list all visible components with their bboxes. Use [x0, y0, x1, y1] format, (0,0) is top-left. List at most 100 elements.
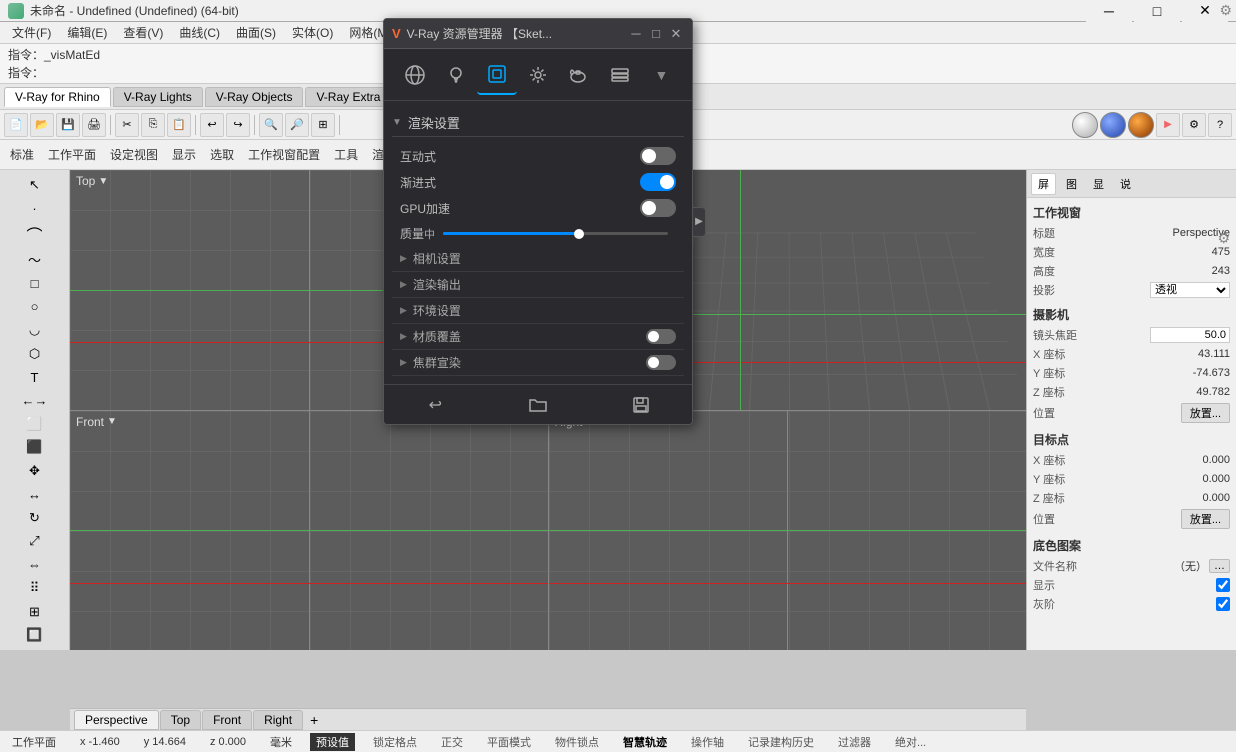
zoom-in-btn[interactable]: 🔍: [259, 113, 283, 137]
rpanel-focal-input[interactable]: [1150, 327, 1230, 343]
zoom-all-btn[interactable]: ⊞: [311, 113, 335, 137]
tool-surface[interactable]: ⬜: [21, 413, 49, 434]
status-history[interactable]: 记录建构历史: [742, 734, 820, 750]
vray-tb-light-btn[interactable]: [436, 55, 476, 95]
redo-btn[interactable]: ↪: [226, 113, 250, 137]
vray-mat-toggle[interactable]: [646, 329, 676, 344]
vray-tb-settings-btn[interactable]: [518, 55, 558, 95]
render-sphere-btn[interactable]: [1072, 112, 1098, 138]
vray-camera-settings[interactable]: ▶ 相机设置: [392, 246, 684, 272]
status-smart-track[interactable]: 智慧轨迹: [617, 734, 673, 750]
vray-minimize-btn[interactable]: ─: [628, 26, 644, 42]
status-ortho[interactable]: 正交: [435, 734, 469, 750]
menu-edit[interactable]: 编辑(E): [59, 22, 115, 43]
vray-tb-expand-btn[interactable]: ▼: [641, 55, 681, 95]
vray-caustics-toggle[interactable]: [646, 355, 676, 370]
vray-environment[interactable]: ▶ 环境设置: [392, 298, 684, 324]
rpanel-tab-desc[interactable]: 说: [1114, 174, 1137, 194]
tb2-workplane[interactable]: 工作平面: [42, 146, 102, 163]
render-sphere3-btn[interactable]: [1128, 112, 1154, 138]
vray-interactive-toggle[interactable]: [640, 147, 676, 165]
status-absolute[interactable]: 绝对...: [889, 734, 932, 750]
vray-close-btn[interactable]: ✕: [668, 26, 684, 42]
help-btn[interactable]: ?: [1208, 113, 1232, 137]
tb2-display[interactable]: 显示: [166, 146, 202, 163]
status-grid-lock[interactable]: 锁定格点: [367, 734, 423, 750]
vray-toolbar-btn[interactable]: ▶: [1156, 113, 1180, 137]
vray-tb-globe-btn[interactable]: [395, 55, 435, 95]
rpanel-tgt-pos-btn[interactable]: 放置...: [1181, 509, 1230, 529]
tool-mirror[interactable]: ⇔: [21, 554, 49, 575]
render-sphere2-btn[interactable]: [1100, 112, 1126, 138]
rpanel-tab-view[interactable]: 屏: [1031, 173, 1056, 195]
tool-curve2[interactable]: 〜: [21, 249, 49, 270]
vray-tb-layers-btn[interactable]: [600, 55, 640, 95]
save-btn[interactable]: 💾: [56, 113, 80, 137]
tool-extrude[interactable]: ⬛: [21, 437, 49, 458]
tab-vray-extra[interactable]: V-Ray Extra: [305, 87, 391, 107]
status-op-axis[interactable]: 操作轴: [685, 734, 730, 750]
status-filter[interactable]: 过滤器: [832, 734, 877, 750]
rpanel-tab-display[interactable]: 显: [1087, 174, 1110, 194]
menu-file[interactable]: 文件(F): [4, 22, 59, 43]
tb2-viewport-config[interactable]: 工作视窗配置: [242, 146, 326, 163]
vray-progressive-toggle[interactable]: [640, 173, 676, 191]
vray-save-btn[interactable]: [625, 391, 657, 419]
tool-array[interactable]: ⠿: [21, 578, 49, 599]
viewport-right[interactable]: Right ▼: [549, 411, 1027, 651]
copy-btn[interactable]: ⎘: [141, 113, 165, 137]
tool-rect[interactable]: □: [21, 272, 49, 293]
rpanel-bg-file-btn[interactable]: …: [1209, 559, 1230, 573]
tb2-tools[interactable]: 工具: [328, 146, 364, 163]
rpanel-cam-pos-btn[interactable]: 放置...: [1181, 403, 1230, 423]
tab-vray-lights[interactable]: V-Ray Lights: [113, 87, 203, 107]
vray-material-override[interactable]: ▶ 材质覆盖: [392, 324, 684, 350]
vray-maximize-btn[interactable]: □: [648, 26, 664, 42]
btab-perspective[interactable]: Perspective: [74, 710, 159, 730]
vray-folder-btn[interactable]: [522, 391, 554, 419]
window-controls[interactable]: ─ □ ✕: [1086, 0, 1228, 22]
rpanel-bg-gray-checkbox[interactable]: [1216, 597, 1230, 611]
open-btn[interactable]: 📂: [30, 113, 54, 137]
tool-poly[interactable]: ⬡: [21, 343, 49, 364]
maximize-button[interactable]: □: [1134, 0, 1180, 22]
tb2-select[interactable]: 选取: [204, 146, 240, 163]
rpanel-tab-image[interactable]: 图: [1060, 174, 1083, 194]
tab-vray-objects[interactable]: V-Ray Objects: [205, 87, 304, 107]
zoom-out-btn[interactable]: 🔎: [285, 113, 309, 137]
tool-scale[interactable]: ⤢: [21, 531, 49, 552]
new-btn[interactable]: 📄: [4, 113, 28, 137]
vray-render-settings-header[interactable]: ▼ 渲染设置: [392, 109, 684, 137]
btab-right[interactable]: Right: [253, 710, 303, 730]
tb2-standard[interactable]: 标准: [4, 146, 40, 163]
render-region-btn[interactable]: ⚙: [1182, 113, 1206, 137]
tool-rotate[interactable]: ↻: [21, 507, 49, 528]
tool-curve1[interactable]: ⌒: [21, 221, 49, 247]
tool-point[interactable]: ·: [21, 197, 49, 218]
tool-move[interactable]: ↔: [21, 484, 49, 505]
status-plane-mode[interactable]: 平面模式: [481, 734, 537, 750]
rpanel-projection-select[interactable]: 透视 平行: [1150, 282, 1230, 298]
menu-surface[interactable]: 曲面(S): [228, 22, 284, 43]
vray-tb-teapot-btn[interactable]: [559, 55, 599, 95]
tab-vray-rhino[interactable]: V-Ray for Rhino: [4, 87, 111, 107]
tool-circle[interactable]: ○: [21, 296, 49, 317]
tool-snap[interactable]: 🔲: [21, 624, 49, 645]
viewport-front-label[interactable]: Front ▼: [76, 415, 117, 429]
minimize-button[interactable]: ─: [1086, 0, 1132, 22]
tool-dim[interactable]: ←→: [21, 390, 49, 411]
viewport-top-label[interactable]: Top ▼: [76, 174, 108, 188]
vray-expand-btn[interactable]: ▶: [692, 207, 706, 237]
print-btn[interactable]: 🖨: [82, 113, 106, 137]
menu-curve[interactable]: 曲线(C): [171, 22, 228, 43]
status-object-snap[interactable]: 物件锁点: [549, 734, 605, 750]
btab-top[interactable]: Top: [160, 710, 201, 730]
tool-arc[interactable]: ◡: [21, 319, 49, 340]
vray-render-output[interactable]: ▶ 渲染输出: [392, 272, 684, 298]
rpanel-bg-show-checkbox[interactable]: [1216, 578, 1230, 592]
toolbar-settings-icon[interactable]: ⚙: [1219, 2, 1232, 19]
btab-front[interactable]: Front: [202, 710, 252, 730]
btab-add-btn[interactable]: +: [304, 712, 324, 728]
paste-btn[interactable]: 📋: [167, 113, 191, 137]
tool-select[interactable]: ↖: [21, 174, 49, 195]
